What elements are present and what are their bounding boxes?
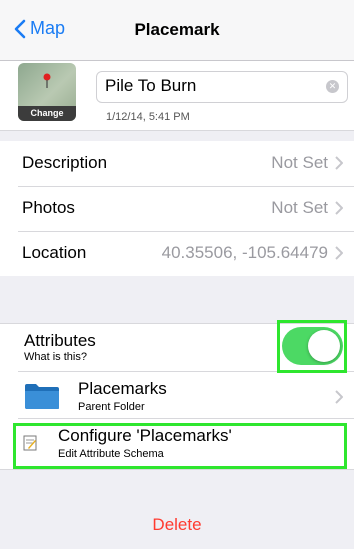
- photos-row[interactable]: Photos Not Set: [0, 187, 354, 231]
- description-row[interactable]: Description Not Set: [0, 141, 354, 186]
- name-field[interactable]: [105, 75, 315, 97]
- attributes-label: Attributes: [24, 331, 96, 350]
- description-value: Not Set: [271, 153, 328, 172]
- folder-subtitle: Parent Folder: [78, 401, 145, 413]
- chevron-right-icon: [335, 156, 343, 170]
- what-is-this-link[interactable]: What is this?: [24, 351, 87, 363]
- page-title: Placemark: [134, 20, 220, 39]
- photos-value: Not Set: [271, 198, 328, 217]
- map-pin-icon: [43, 73, 51, 88]
- navigation-bar: Map Placemark: [0, 0, 354, 61]
- location-label: Location: [22, 243, 87, 262]
- placemark-thumbnail[interactable]: Change: [18, 63, 76, 121]
- location-row[interactable]: Location 40.35506, -105.64479: [0, 232, 354, 276]
- highlight-box-toggle: [277, 320, 347, 373]
- name-field-box: ✕: [96, 71, 348, 103]
- clear-text-icon[interactable]: ✕: [326, 80, 339, 93]
- chevron-right-icon: [335, 390, 343, 404]
- highlight-box-configure: [13, 423, 347, 469]
- details-section: Description Not Set Photos Not Set Locat…: [0, 141, 354, 276]
- parent-folder-row[interactable]: Placemarks Parent Folder: [0, 372, 354, 418]
- folder-title: Placemarks: [78, 379, 167, 398]
- location-value: 40.35506, -105.64479: [161, 243, 328, 262]
- folder-icon: [25, 384, 59, 409]
- photos-label: Photos: [22, 198, 75, 217]
- description-label: Description: [22, 153, 108, 172]
- delete-button[interactable]: Delete: [0, 515, 354, 535]
- timestamp: 1/12/14, 5:41 PM: [106, 111, 190, 123]
- change-label: Change: [18, 106, 76, 121]
- chevron-right-icon: [335, 201, 343, 215]
- placemark-header: Change ✕ 1/12/14, 5:41 PM: [0, 61, 354, 131]
- chevron-right-icon: [335, 246, 343, 260]
